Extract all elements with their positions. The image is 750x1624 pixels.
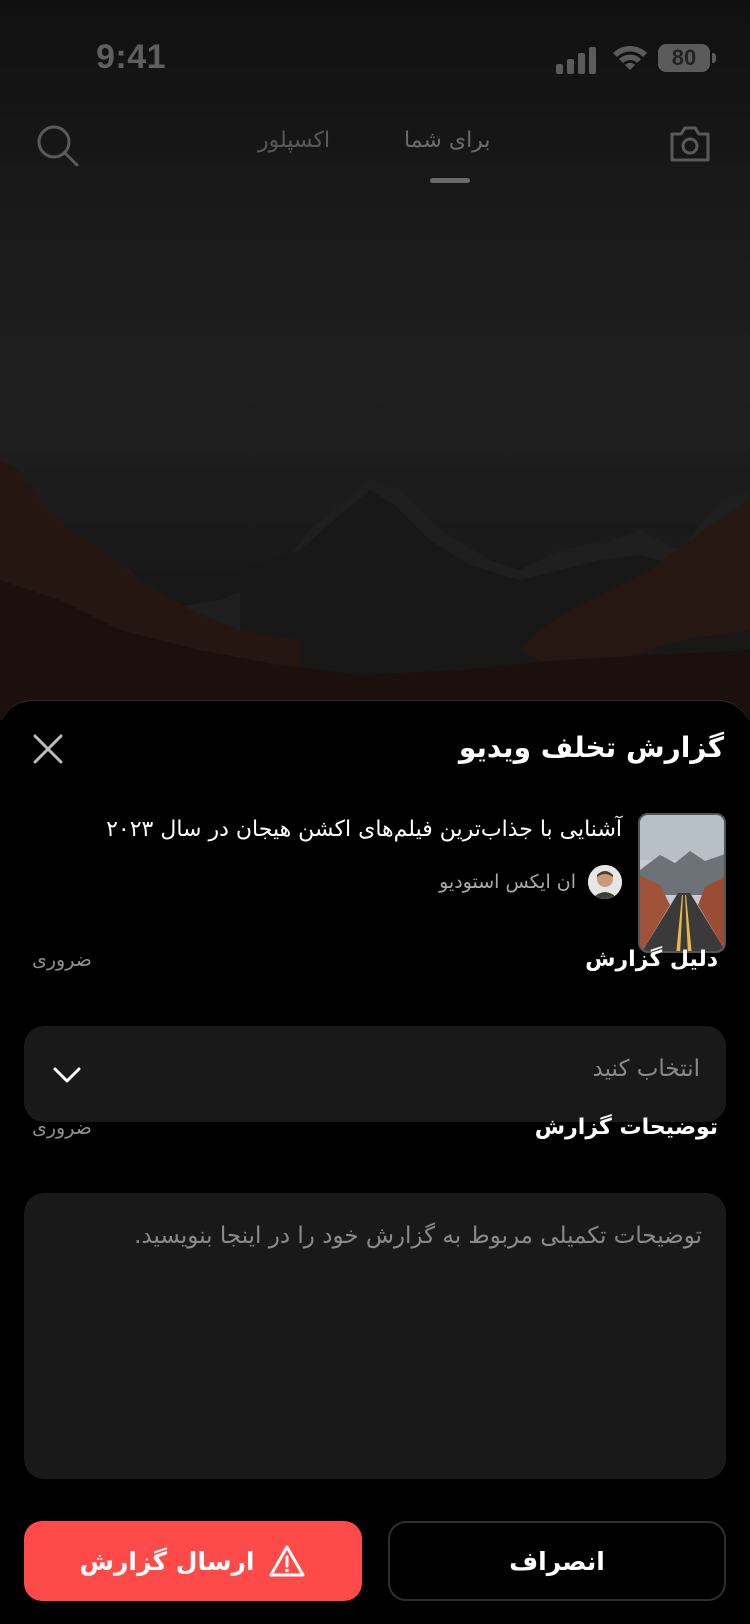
video-thumbnail xyxy=(638,813,726,953)
warning-icon xyxy=(269,1545,305,1577)
channel-avatar xyxy=(588,865,622,899)
report-bottom-sheet: گزارش تخلف ویدیو آشنایی با جذاب‌ترین فیل… xyxy=(0,700,750,1624)
reason-select-placeholder: انتخاب کنید xyxy=(592,1056,700,1082)
tab-explore[interactable]: اکسپلور xyxy=(258,128,330,153)
app-screen: 9:41 80 اکسپلور برای شما گزارش تخلف ویدی… xyxy=(0,0,750,1624)
reported-video-card: آشنایی با جذاب‌ترین فیلم‌های اکشن هیجان … xyxy=(0,813,750,953)
search-icon[interactable] xyxy=(34,122,80,168)
cancel-button[interactable]: انصراف xyxy=(388,1521,726,1601)
video-title: آشنایی با جذاب‌ترین فیلم‌های اکشن هیجان … xyxy=(106,817,622,842)
avatar-image xyxy=(588,865,622,899)
close-icon[interactable] xyxy=(30,731,66,767)
wifi-icon xyxy=(613,45,647,70)
status-bar: 9:41 80 xyxy=(0,0,750,100)
reason-select[interactable]: انتخاب کنید xyxy=(24,1026,726,1122)
submit-button-label: ارسال گزارش xyxy=(79,1546,255,1576)
submit-report-button[interactable]: ارسال گزارش xyxy=(24,1521,362,1601)
channel-name: ان ایکس استودیو xyxy=(439,871,576,893)
reason-label: دلیل گزارش xyxy=(585,947,718,972)
cellular-signal-icon xyxy=(556,47,596,74)
cancel-button-label: انصراف xyxy=(509,1546,605,1576)
active-tab-indicator xyxy=(430,178,470,183)
sheet-title: گزارش تخلف ویدیو xyxy=(458,731,724,764)
description-textarea[interactable]: توضیحات تکمیلی مربوط به گزارش خود را در … xyxy=(24,1193,726,1479)
reason-required-label: ضروری xyxy=(32,949,92,971)
description-placeholder: توضیحات تکمیلی مربوط به گزارش خود را در … xyxy=(134,1223,702,1249)
camera-icon[interactable] xyxy=(668,124,712,164)
road-thumbnail-image xyxy=(640,815,724,951)
top-navigation: اکسپلور برای شما xyxy=(0,110,750,190)
tab-for-you[interactable]: برای شما xyxy=(404,128,490,153)
chevron-down-icon xyxy=(53,1067,81,1083)
dim-overlay xyxy=(0,0,750,720)
battery-indicator: 80 xyxy=(658,44,716,72)
description-required-label: ضروری xyxy=(32,1117,92,1139)
description-label: توضیحات گزارش xyxy=(534,1115,718,1140)
channel-info: ان ایکس استودیو xyxy=(439,865,622,899)
status-time: 9:41 xyxy=(96,38,167,76)
